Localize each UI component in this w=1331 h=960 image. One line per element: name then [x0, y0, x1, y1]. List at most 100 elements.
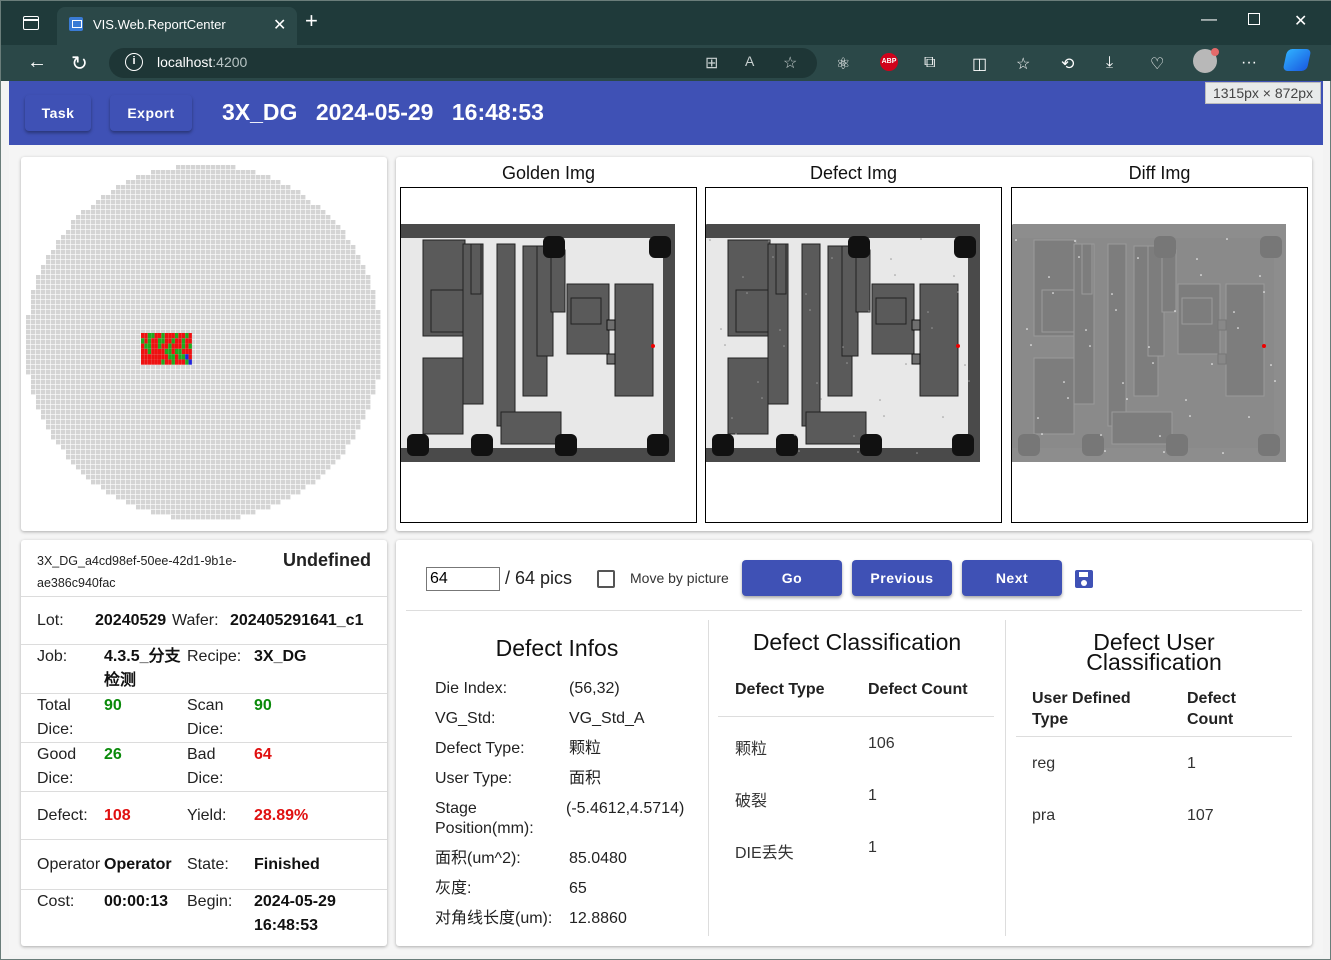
performance-icon[interactable]: ♡	[1150, 54, 1164, 74]
previous-button[interactable]: Previous	[852, 560, 952, 596]
defect-detail-card: / 64 pics Move by picture Go Previous Ne…	[396, 540, 1312, 946]
class-row-count: 1	[868, 787, 877, 804]
go-button[interactable]: Go	[742, 560, 842, 596]
extensions-icon[interactable]: ⧉	[924, 54, 935, 72]
tab-title: VIS.Web.ReportCenter	[93, 17, 226, 32]
back-icon[interactable]: ←	[27, 51, 47, 74]
task-button[interactable]: Task	[25, 95, 91, 131]
page-title: 3X_DG 2024-05-29 16:48:53	[222, 99, 544, 126]
site-info-icon[interactable]: i	[125, 53, 143, 71]
defect-image[interactable]	[705, 187, 1002, 523]
info-key-stage-position-2: Position(mm):	[435, 820, 534, 837]
col-header-defect-type: Defect Type	[735, 681, 825, 698]
begin-time-value: 16:48:53	[254, 917, 319, 934]
yield-label: Yield:	[187, 807, 227, 824]
diff-image[interactable]	[1011, 187, 1308, 523]
move-by-picture-label[interactable]: Move by picture	[630, 570, 729, 586]
url-host: localhost	[157, 54, 213, 70]
wafer-value: 202405291641_c1	[230, 612, 364, 629]
recipe-value: 3X_DG	[254, 648, 307, 665]
col-header-user-type-line1: User Defined	[1032, 690, 1131, 707]
browser-tab[interactable]: VIS.Web.ReportCenter ✕	[57, 7, 297, 45]
golden-image[interactable]	[400, 187, 697, 523]
history-icon[interactable]: ⟲	[1061, 54, 1074, 74]
bad-dice-value: 64	[254, 746, 272, 763]
info-value-die-index: (56,32)	[569, 680, 620, 697]
apps-icon[interactable]: ⊞	[705, 53, 718, 73]
viewport-size-badge: 1315px × 872px	[1205, 82, 1321, 104]
info-row-operator: Operator Operator State: Finished	[21, 839, 387, 889]
info-row-cost: Cost: 00:00:13 Begin: 2024-05-29 16:48:5…	[21, 889, 387, 946]
info-key-die-index: Die Index:	[435, 680, 508, 697]
read-aloud-icon[interactable]: A	[745, 53, 754, 69]
info-key-vg-std: VG_Std:	[435, 710, 496, 727]
classification-status: Undefined	[283, 550, 371, 570]
browser-window: VIS.Web.ReportCenter ✕ + — ✕ ← ↻ i local…	[0, 0, 1331, 960]
react-devtools-icon[interactable]: ⚛	[836, 54, 850, 74]
favorites-icon[interactable]: ☆	[1016, 54, 1030, 74]
scan-dice-value: 90	[254, 697, 272, 714]
new-tab-icon[interactable]: +	[305, 10, 318, 32]
state-label: State:	[187, 856, 229, 873]
defect-infos-title: Defect Infos	[495, 635, 619, 661]
user-class-row-type: pra	[1032, 807, 1056, 824]
downloads-icon[interactable]: ⤓	[1106, 54, 1113, 72]
divider	[406, 610, 1302, 611]
more-icon[interactable]: ···	[1241, 54, 1257, 72]
split-screen-icon[interactable]: ◫	[972, 54, 987, 74]
class-row-type: DIE丢失	[735, 845, 794, 862]
move-by-picture-checkbox[interactable]	[597, 570, 615, 588]
info-key-user-type: User Type:	[435, 770, 513, 787]
info-value-diagonal: 12.8860	[569, 910, 627, 927]
info-value-user-type: 面积	[569, 770, 602, 787]
job-label: Job:	[37, 648, 68, 665]
adblock-icon[interactable]: ABP	[880, 53, 898, 71]
class-row-count: 106	[868, 735, 895, 752]
diff-image-label: Diff Img	[1128, 163, 1191, 183]
minimize-icon[interactable]: —	[1201, 11, 1217, 29]
class-row-count: 1	[868, 839, 877, 856]
save-icon[interactable]	[1075, 570, 1093, 588]
copilot-icon[interactable]	[1282, 49, 1312, 71]
job-value: 4.3.5_分支检测	[104, 648, 181, 689]
defect-classification-title: Defect Classification	[752, 629, 962, 655]
operator-label: Operator	[37, 856, 101, 873]
site-favicon-icon	[69, 17, 83, 31]
defect-image-panel: Defect Img	[705, 157, 1002, 523]
col-header-defect-count: Defect Count	[868, 681, 968, 698]
operator-value: Operator	[104, 856, 172, 873]
info-row-lot: Lot: 20240529 Wafer: 202405291641_c1	[21, 596, 387, 644]
yield-value: 28.89%	[254, 807, 309, 824]
info-value-gray: 65	[569, 880, 587, 897]
url-port: :4200	[212, 54, 248, 70]
next-button[interactable]: Next	[962, 560, 1062, 596]
col-header-user-type-line2: Type	[1032, 711, 1069, 728]
user-class-row-type: reg	[1032, 755, 1056, 772]
wafer-map[interactable]	[24, 159, 384, 527]
col-header-user-count-line1: Defect	[1187, 690, 1236, 707]
bad-dice-label: Bad Dice:	[187, 746, 224, 787]
info-key-gray: 灰度:	[435, 880, 472, 897]
user-classification-title: Defect User Classification	[1005, 631, 1303, 674]
lot-value: 20240529	[95, 612, 167, 629]
export-button[interactable]: Export	[110, 95, 192, 131]
col-header-user-count: Defect Count	[1187, 688, 1236, 730]
refresh-icon[interactable]: ↻	[71, 51, 88, 76]
tab-actions-icon[interactable]	[23, 16, 39, 30]
total-dice-value: 90	[104, 697, 122, 714]
scan-dice-label: Scan Dice:	[187, 697, 224, 738]
page-number-input[interactable]	[426, 567, 500, 591]
close-tab-icon[interactable]: ✕	[273, 15, 286, 35]
address-bar[interactable]: i localhost:4200 ⊞ A ☆	[109, 48, 817, 78]
url-text[interactable]: localhost:4200	[157, 54, 247, 70]
class-row-type: 破裂	[735, 793, 768, 810]
favorite-star-icon[interactable]: ☆	[783, 53, 797, 73]
profile-avatar[interactable]	[1193, 48, 1219, 73]
recipe-label: Recipe:	[187, 648, 242, 665]
close-window-icon[interactable]: ✕	[1294, 11, 1307, 31]
defect-count-value: 108	[104, 807, 131, 824]
maximize-icon[interactable]	[1248, 13, 1260, 25]
info-row-job: Job: 4.3.5_分支检测 Recipe: 3X_DG	[21, 644, 387, 693]
info-row-defect: Defect: 108 Yield: 28.89%	[21, 791, 387, 839]
info-value-vg-std: VG_Std_A	[569, 710, 645, 727]
